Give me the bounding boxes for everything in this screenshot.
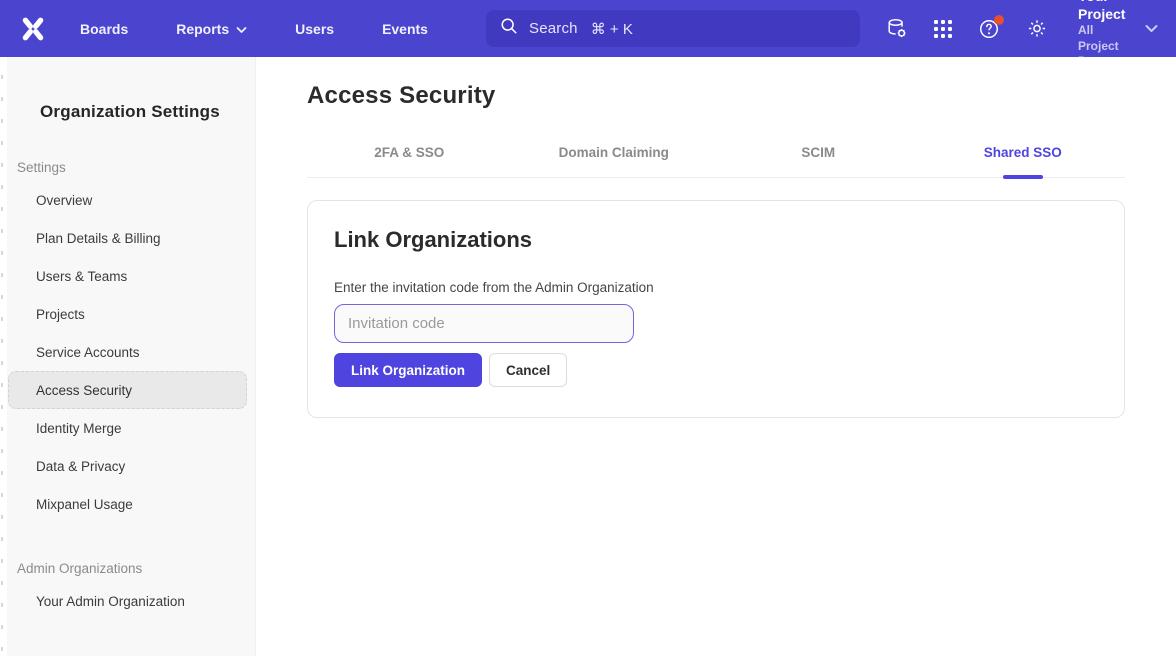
sidebar-item-label: Service Accounts	[36, 345, 140, 360]
sidebar-item-overview[interactable]: Overview	[8, 181, 247, 219]
nav-item-boards[interactable]: Boards	[80, 13, 128, 45]
search-shortcut: ⌘ + K	[591, 20, 633, 38]
sidebar-item-mixpanel-usage[interactable]: Mixpanel Usage	[8, 485, 247, 523]
top-navbar: Boards Reports Users Events Search ⌘ + K	[0, 0, 1176, 57]
tab-shared-sso[interactable]: Shared SSO	[921, 145, 1126, 177]
nav-item-label: Reports	[176, 21, 229, 37]
sidebar-item-label: Overview	[36, 193, 92, 208]
link-organizations-card: Link Organizations Enter the invitation …	[307, 200, 1125, 418]
apps-grid-icon[interactable]	[934, 18, 952, 40]
search-icon	[500, 17, 518, 40]
nav-item-label: Users	[295, 21, 334, 37]
sidebar-item-label: Identity Merge	[36, 421, 122, 436]
sidebar-item-label: Users & Teams	[36, 269, 127, 284]
project-name: Your Project	[1078, 0, 1129, 23]
sidebar-item-identity-merge[interactable]: Identity Merge	[8, 409, 247, 447]
search-input[interactable]: Search ⌘ + K	[486, 10, 860, 47]
sidebar-item-plan-details-billing[interactable]: Plan Details & Billing	[8, 219, 247, 257]
nav-item-label: Events	[382, 21, 428, 37]
active-tab-indicator	[1003, 175, 1043, 179]
invitation-code-input[interactable]	[334, 304, 634, 343]
sidebar-item-access-security[interactable]: Access Security	[8, 371, 247, 409]
search-placeholder: Search	[529, 20, 578, 37]
notification-dot	[994, 15, 1004, 25]
sidebar-item-label: Data & Privacy	[36, 459, 125, 474]
mixpanel-logo[interactable]	[20, 14, 46, 44]
sidebar-item-label: Your Admin Organization	[36, 594, 185, 609]
invitation-code-label: Enter the invitation code from the Admin…	[334, 280, 1098, 295]
chevron-down-icon	[236, 21, 247, 37]
nav-item-events[interactable]: Events	[382, 13, 428, 45]
main-content: Access Security 2FA & SSO Domain Claimin…	[256, 57, 1176, 656]
access-security-tabs: 2FA & SSO Domain Claiming SCIM Shared SS…	[307, 145, 1125, 178]
help-icon[interactable]	[978, 18, 1000, 40]
sidebar-item-data-privacy[interactable]: Data & Privacy	[8, 447, 247, 485]
org-settings-sidebar: Organization Settings Settings Overview …	[0, 57, 256, 656]
tab-label: 2FA & SSO	[374, 145, 444, 160]
sidebar-section-settings: Settings	[7, 160, 255, 175]
nav-item-label: Boards	[80, 21, 128, 37]
sidebar-item-projects[interactable]: Projects	[8, 295, 247, 333]
sidebar-section-admin-organizations: Admin Organizations	[7, 561, 255, 576]
data-management-icon[interactable]	[886, 18, 908, 40]
tab-label: Domain Claiming	[559, 145, 669, 160]
sidebar-item-label: Mixpanel Usage	[36, 497, 133, 512]
card-actions: Link Organization Cancel	[334, 353, 1098, 387]
sidebar-item-label: Access Security	[36, 383, 132, 398]
tab-label: Shared SSO	[984, 145, 1062, 160]
sidebar-item-service-accounts[interactable]: Service Accounts	[8, 333, 247, 371]
sidebar-scrollbar[interactable]	[0, 57, 7, 656]
mixpanel-logo-icon	[20, 16, 46, 42]
page-title: Access Security	[307, 82, 1125, 110]
settings-gear-icon[interactable]	[1026, 18, 1048, 40]
tab-domain-claiming[interactable]: Domain Claiming	[512, 145, 717, 177]
sidebar-item-label: Plan Details & Billing	[36, 231, 161, 246]
sidebar-item-users-teams[interactable]: Users & Teams	[8, 257, 247, 295]
chevron-down-icon	[1145, 20, 1158, 38]
tab-2fa-sso[interactable]: 2FA & SSO	[307, 145, 512, 177]
sidebar-title: Organization Settings	[7, 57, 255, 122]
nav-item-users[interactable]: Users	[295, 13, 334, 45]
tab-scim[interactable]: SCIM	[716, 145, 921, 177]
cancel-button[interactable]: Cancel	[489, 353, 567, 387]
card-title: Link Organizations	[334, 227, 1098, 253]
sidebar-item-your-admin-organization[interactable]: Your Admin Organization	[8, 582, 247, 620]
sidebar-item-label: Projects	[36, 307, 85, 322]
nav-item-reports[interactable]: Reports	[176, 13, 247, 45]
tab-label: SCIM	[801, 145, 835, 160]
primary-nav: Boards Reports Users Events	[80, 13, 454, 45]
link-organization-button[interactable]: Link Organization	[334, 353, 482, 387]
